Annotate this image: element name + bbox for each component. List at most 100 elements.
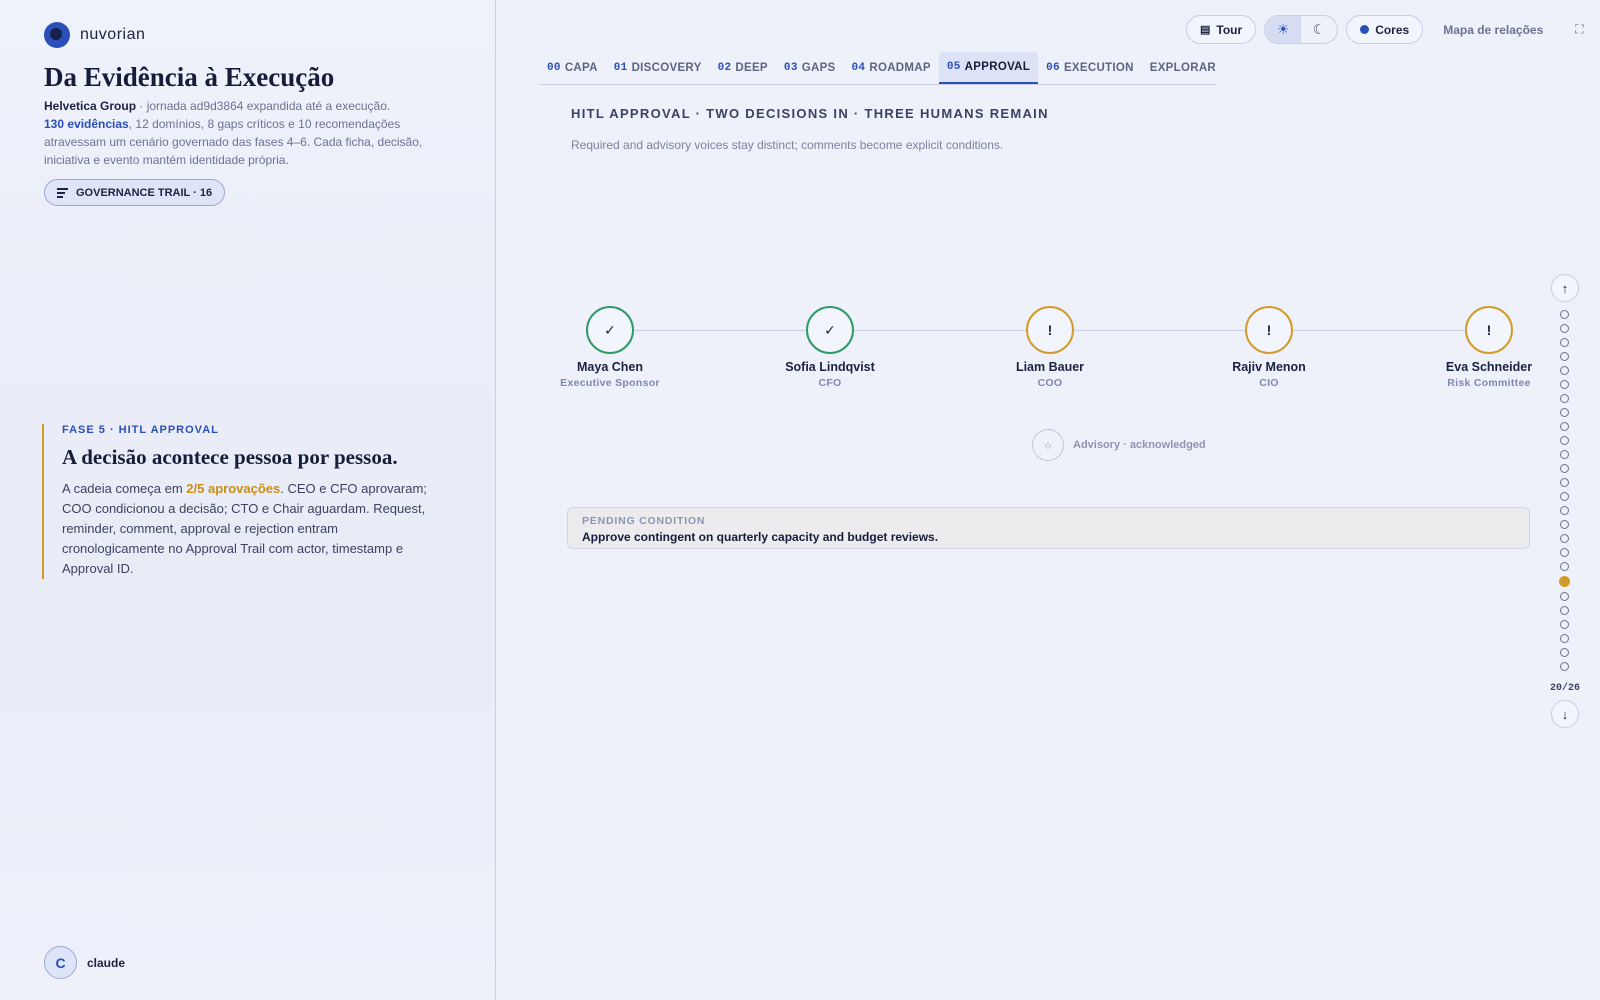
- slide-dot[interactable]: [1560, 634, 1569, 643]
- hero-description: Helvetica Group · jornada ad9d3864 expan…: [44, 97, 424, 169]
- alert-icon: !: [1026, 306, 1074, 354]
- tab-label: DISCOVERY: [631, 62, 702, 74]
- governance-trail-button[interactable]: GOVERNANCE TRAIL · 16: [44, 179, 226, 206]
- tab-number: 02: [717, 62, 732, 74]
- tab-execution[interactable]: 06 EXECUTION: [1038, 52, 1142, 84]
- slide-dot[interactable]: [1560, 506, 1569, 515]
- tab-number: 04: [851, 62, 866, 74]
- tab-gaps[interactable]: 03 GAPS: [776, 52, 844, 84]
- page-title: Da Evidência à Execução: [44, 62, 335, 92]
- alert-icon: !: [1245, 306, 1293, 354]
- colors-button[interactable]: Cores: [1346, 15, 1424, 44]
- slide-dot[interactable]: [1560, 380, 1569, 389]
- approver-node[interactable]: ! Eva Schneider Risk Committee: [1419, 306, 1559, 389]
- phase-text: A cadeia começa em 2/5 aprovações. CEO e…: [62, 479, 442, 579]
- approver-name: Rajiv Menon: [1232, 360, 1306, 374]
- slide-dot[interactable]: [1560, 352, 1569, 361]
- phase-text-prefix: A cadeia começa em: [62, 481, 187, 496]
- tab-number: 05: [946, 61, 961, 73]
- tab-approval[interactable]: 05 APPROVAL: [938, 52, 1039, 84]
- left-panel: nuvorian Da Evidência à Execução Helveti…: [0, 0, 496, 1000]
- slide-dot[interactable]: [1560, 648, 1569, 657]
- org-suffix: · jornada ad9d3864 expandida até a execu…: [136, 99, 391, 113]
- tab-label: APPROVAL: [964, 61, 1031, 73]
- advisory-status: ◇ Advisory · acknowledged: [1032, 429, 1206, 461]
- slide-dot[interactable]: [1560, 592, 1569, 601]
- slide-dots: [1559, 310, 1570, 671]
- slide-dot[interactable]: [1560, 408, 1569, 417]
- slide-dot-current[interactable]: [1559, 576, 1570, 587]
- approver-role: Executive Sponsor: [560, 377, 660, 389]
- tour-label: Tour: [1216, 22, 1243, 37]
- brand[interactable]: nuvorian: [44, 22, 145, 48]
- approver-name: Maya Chen: [577, 360, 643, 374]
- slide-dot[interactable]: [1560, 464, 1569, 473]
- slide-dot[interactable]: [1560, 422, 1569, 431]
- user-name: claude: [87, 955, 126, 970]
- alert-icon: !: [1465, 306, 1513, 354]
- slide-dot[interactable]: [1560, 366, 1569, 375]
- approver-node[interactable]: ! Rajiv Menon CIO: [1199, 306, 1339, 389]
- approver-node[interactable]: ✓ Sofia Lindqvist CFO: [760, 306, 900, 389]
- arrow-down-icon[interactable]: ↓: [1551, 700, 1579, 728]
- slide-dot[interactable]: [1560, 324, 1569, 333]
- user-profile[interactable]: C claude: [44, 946, 125, 979]
- slide-dot[interactable]: [1560, 450, 1569, 459]
- slide-counter: 20/26: [1550, 683, 1581, 694]
- slide-dot[interactable]: [1560, 562, 1569, 571]
- approver-role: CFO: [818, 377, 842, 389]
- governance-trail-label: GOVERNANCE TRAIL · 16: [76, 186, 213, 199]
- slide-dot[interactable]: [1560, 492, 1569, 501]
- slide-dot[interactable]: [1560, 436, 1569, 445]
- colors-label: Cores: [1375, 22, 1410, 37]
- tab-explorar[interactable]: EXPLORAR: [1142, 52, 1224, 84]
- approver-role: CIO: [1259, 377, 1279, 389]
- approver-node[interactable]: ! Liam Bauer COO: [980, 306, 1120, 389]
- slide-dot[interactable]: [1560, 606, 1569, 615]
- tab-label: CAPA: [564, 62, 598, 74]
- pending-condition-text: Approve contingent on quarterly capacity…: [582, 530, 939, 544]
- tour-button[interactable]: ▤ Tour: [1186, 15, 1257, 44]
- phase-tag: FASE 5 · HITL APPROVAL: [62, 424, 219, 436]
- slide-dot[interactable]: [1560, 548, 1569, 557]
- theme-toggle: ☀ ☾: [1264, 15, 1339, 44]
- tab-capa[interactable]: 00 CAPA: [539, 52, 606, 84]
- slide-dot[interactable]: [1560, 662, 1569, 671]
- org-name: Helvetica Group: [44, 99, 137, 113]
- tab-number: 01: [613, 62, 628, 74]
- slide-dot[interactable]: [1560, 620, 1569, 629]
- arrow-up-icon[interactable]: ↑: [1551, 274, 1579, 302]
- tab-number: 03: [783, 62, 798, 74]
- expand-icon[interactable]: ⛶: [1575, 22, 1583, 37]
- evidence-count: 130 evidências: [44, 117, 129, 131]
- section-subtitle: Required and advisory voices stay distin…: [571, 138, 1004, 152]
- check-icon: ✓: [806, 306, 854, 354]
- slide-dot[interactable]: [1560, 310, 1569, 319]
- slide-dot[interactable]: [1560, 534, 1569, 543]
- tab-label: EXECUTION: [1063, 62, 1134, 74]
- slide-dot[interactable]: [1560, 478, 1569, 487]
- tab-discovery[interactable]: 01 DISCOVERY: [606, 52, 710, 84]
- tab-number: 06: [1046, 62, 1060, 74]
- slide-dot[interactable]: [1560, 338, 1569, 347]
- approval-count: 2/5 aprovações: [186, 481, 281, 496]
- slide-dot[interactable]: [1560, 394, 1569, 403]
- sun-icon[interactable]: ☀: [1265, 16, 1302, 43]
- moon-icon[interactable]: ☾: [1301, 16, 1337, 43]
- brand-logo-icon: [44, 22, 70, 48]
- tab-deep[interactable]: 02 DEEP: [710, 52, 776, 84]
- slide-dot[interactable]: [1560, 520, 1569, 529]
- tab-roadmap[interactable]: 04 ROADMAP: [844, 52, 939, 84]
- phase-title: A decisão acontece pessoa por pessoa.: [62, 445, 398, 469]
- tab-number: 00: [547, 62, 561, 74]
- approver-name: Sofia Lindqvist: [785, 360, 875, 374]
- advisory-label: Advisory · acknowledged: [1073, 439, 1206, 451]
- brand-name: nuvorian: [80, 26, 146, 43]
- phase-tabs: 00 CAPA 01 DISCOVERY 02 DEEP 03 GAPS 04 ROADMAP 05…: [539, 52, 1216, 85]
- tab-label: EXPLORAR: [1149, 62, 1217, 74]
- approver-role: COO: [1037, 377, 1063, 389]
- list-lines-icon: [57, 188, 68, 198]
- relations-map-link[interactable]: Mapa de relações: [1443, 23, 1543, 37]
- tab-label: DEEP: [735, 62, 768, 74]
- approver-node[interactable]: ✓ Maya Chen Executive Sponsor: [540, 306, 680, 389]
